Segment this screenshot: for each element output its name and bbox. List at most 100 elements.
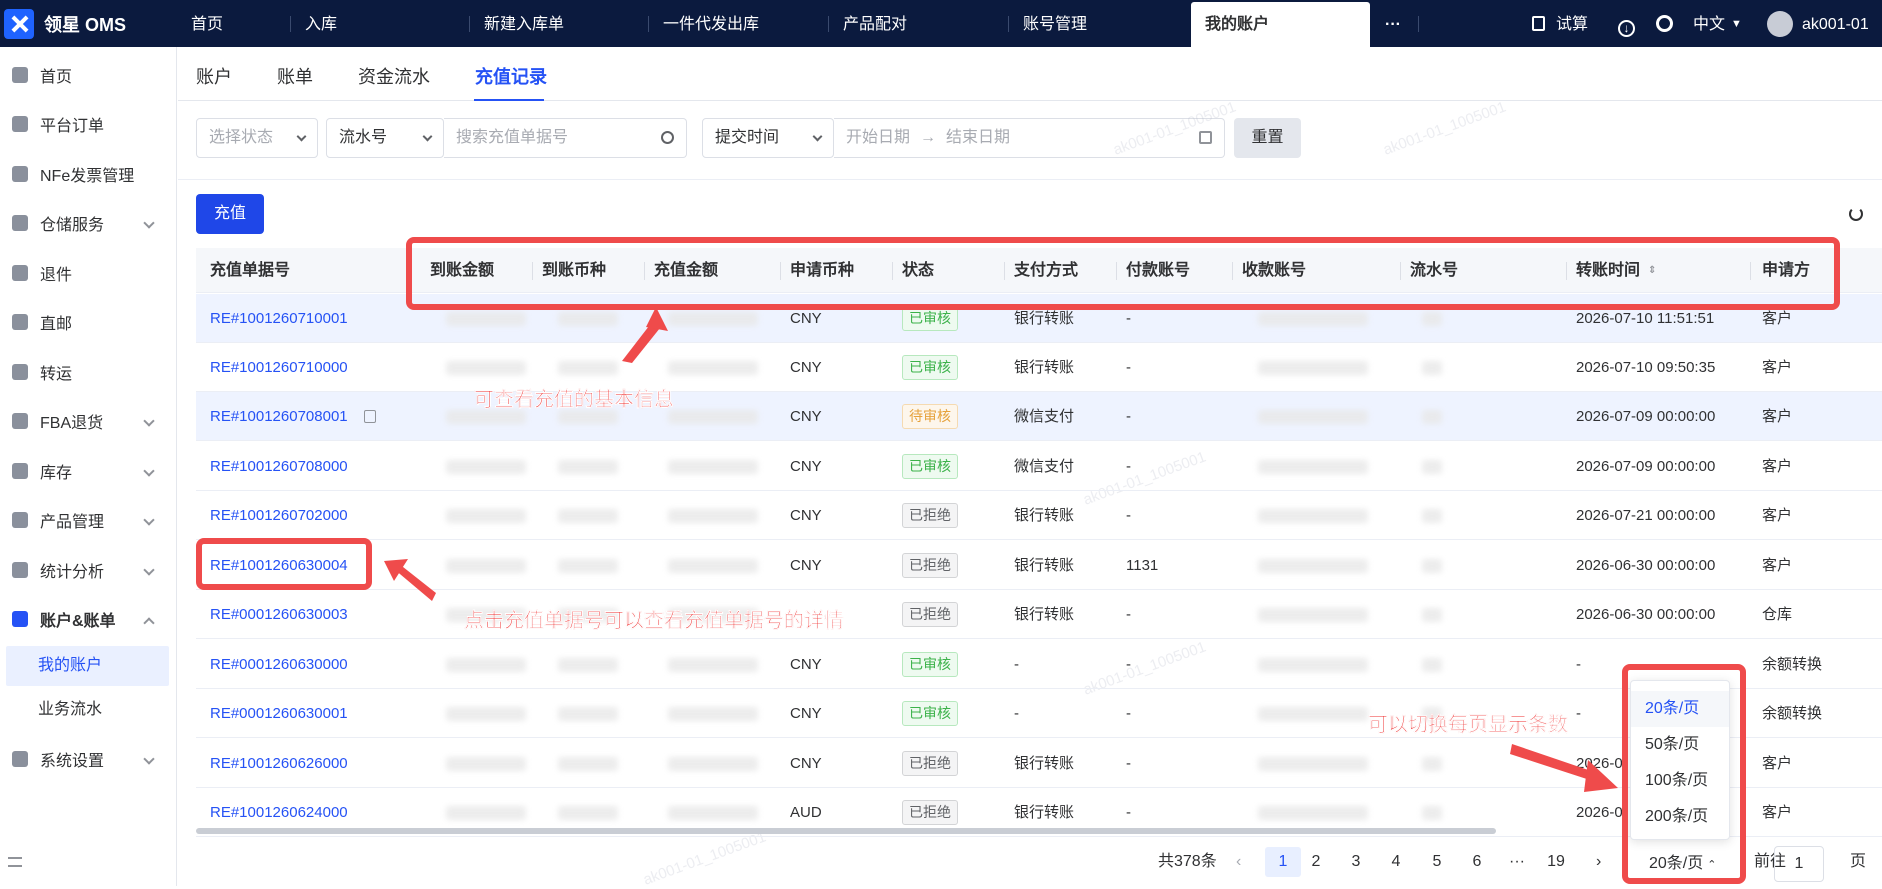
recharge-id-link[interactable]: RE#1001260702000 xyxy=(210,491,348,540)
recharge-id-link[interactable]: RE#1001260708000 xyxy=(210,442,348,491)
recharge-id-link[interactable]: RE#0001260630001 xyxy=(210,689,348,738)
redacted-cell xyxy=(1422,410,1442,424)
status-badge: 已审核 xyxy=(902,701,958,726)
page-4[interactable]: 4 xyxy=(1386,847,1406,877)
nav-tab-home[interactable]: 首页 xyxy=(191,0,223,47)
page-3[interactable]: 3 xyxy=(1346,847,1366,877)
nav-tab-product-pairing[interactable]: 产品配对 xyxy=(843,0,907,47)
chevron-down-icon: ▼ xyxy=(1731,18,1742,30)
redacted-cell xyxy=(558,460,618,474)
tab-bill[interactable]: 账单 xyxy=(277,63,313,89)
nav-tab-inbound[interactable]: 入库 xyxy=(305,0,337,47)
sidebar-item-warehouse[interactable]: 仓储服务 xyxy=(0,199,177,247)
settings-gear-icon[interactable] xyxy=(1656,0,1673,47)
chevron-down-icon xyxy=(143,415,155,427)
redacted-cell xyxy=(558,312,618,326)
redacted-cell xyxy=(446,312,526,326)
recharge-id-link[interactable]: RE#0001260630003 xyxy=(210,590,348,639)
sidebar-item-statistics[interactable]: 统计分析 xyxy=(0,546,177,594)
page-2[interactable]: 2 xyxy=(1306,847,1326,877)
recharge-id-link[interactable]: RE#1001260708001 xyxy=(210,392,348,441)
sidebar-item-returns[interactable]: 退件 xyxy=(0,249,177,297)
page-jump-input[interactable]: 1 xyxy=(1774,846,1824,882)
applicant-cell: 客户 xyxy=(1762,557,1793,574)
redacted-cell xyxy=(1422,608,1442,622)
table-row: RE#1001260708001 CNY 待审核 微信支付 - 2026-07-09 00… xyxy=(196,392,1882,441)
search-input[interactable]: 搜索充值单据号 xyxy=(444,118,687,158)
applicant-cell: 仓库 xyxy=(1762,606,1793,623)
app-logo[interactable]: 领星 OMS xyxy=(0,0,180,47)
page-5[interactable]: 5 xyxy=(1427,847,1447,877)
recharge-button[interactable]: 充值 xyxy=(196,194,264,234)
recharge-id-link[interactable]: RE#0001260630000 xyxy=(210,640,348,689)
nav-more-icon[interactable]: ··· xyxy=(1385,0,1401,47)
status-select[interactable]: 选择状态 xyxy=(196,118,318,158)
search-icon[interactable] xyxy=(661,131,674,144)
redacted-cell xyxy=(1258,806,1368,820)
page-1[interactable]: 1 xyxy=(1265,847,1301,877)
language-select[interactable]: 中文 xyxy=(1693,0,1725,47)
next-page-icon[interactable]: › xyxy=(1596,847,1601,877)
sidebar-item-fba-returns[interactable]: FBA退货 xyxy=(0,397,177,445)
calc-link[interactable]: 试算 xyxy=(1556,0,1588,47)
redacted-cell xyxy=(1258,509,1368,523)
document-icon xyxy=(12,166,28,182)
nav-tab-my-account[interactable]: 我的账户 xyxy=(1191,2,1370,47)
refresh-icon[interactable] xyxy=(1849,207,1863,221)
transfer-icon xyxy=(12,364,28,380)
tab-account[interactable]: 账户 xyxy=(196,63,232,89)
collapse-menu-icon[interactable] xyxy=(8,857,22,867)
clipboard-icon xyxy=(12,116,28,132)
serial-type-select[interactable]: 流水号 xyxy=(326,118,444,158)
prev-page-icon[interactable]: ‹ xyxy=(1236,847,1241,877)
payment-method-cell: - xyxy=(1014,705,1019,722)
calculator-icon[interactable] xyxy=(1532,0,1548,47)
sidebar-item-home[interactable]: 首页 xyxy=(0,51,177,99)
sidebar-sub-my-account[interactable]: 我的账户 xyxy=(6,646,169,686)
building-icon xyxy=(12,314,28,330)
table-row: RE#1001260702000 CNY 已拒绝 银行转账 - 2026-07-21 00… xyxy=(196,491,1882,540)
redacted-cell xyxy=(668,312,758,326)
sidebar-item-inventory[interactable]: 库存 xyxy=(0,447,177,495)
download-icon[interactable]: ↓ xyxy=(1618,0,1635,47)
recharge-id-link[interactable]: RE#1001260626000 xyxy=(210,739,348,788)
sidebar-item-nfe-invoice[interactable]: NFe发票管理 xyxy=(0,150,177,198)
recharge-id-link[interactable]: RE#1001260710000 xyxy=(210,343,348,392)
time-type-select[interactable]: 提交时间 xyxy=(702,118,834,158)
apply-currency-cell: CNY xyxy=(790,507,822,524)
user-name[interactable]: ak001-01 xyxy=(1802,0,1869,47)
annotation-pagesize-text: 可以切换每页显示条数 xyxy=(1368,714,1568,736)
redacted-cell xyxy=(558,410,618,424)
sidebar-item-direct-mail[interactable]: 直邮 xyxy=(0,298,177,346)
sidebar-item-transfer[interactable]: 转运 xyxy=(0,348,177,396)
tab-recharge-records[interactable]: 充值记录 xyxy=(475,63,547,89)
transfer-time-cell: 2026-07-21 00:00:00 xyxy=(1576,507,1716,524)
sidebar-item-account-billing[interactable]: 账户&账单 xyxy=(0,595,177,643)
redacted-cell xyxy=(668,410,758,424)
copy-icon[interactable] xyxy=(364,410,376,423)
nav-tab-account-mgmt[interactable]: 账号管理 xyxy=(1023,0,1087,47)
redacted-cell xyxy=(668,707,758,721)
sidebar-item-products[interactable]: 产品管理 xyxy=(0,496,177,544)
page-6[interactable]: 6 xyxy=(1467,847,1487,877)
nav-tab-dropship-outbound[interactable]: 一件代发出库 xyxy=(663,0,759,47)
sidebar-item-system-settings[interactable]: 系统设置 xyxy=(0,735,177,783)
redacted-cell xyxy=(1258,361,1368,375)
horizontal-scrollbar[interactable] xyxy=(196,828,1496,834)
chevron-down-icon xyxy=(143,564,155,576)
sidebar-sub-business-flow[interactable]: 业务流水 xyxy=(6,690,169,730)
page-19[interactable]: 19 xyxy=(1544,847,1568,877)
redacted-cell xyxy=(668,361,758,375)
recharge-id-link[interactable]: RE#1001260710001 xyxy=(210,294,348,343)
nav-tab-new-inbound[interactable]: 新建入库单 xyxy=(484,0,564,47)
reset-button[interactable]: 重置 xyxy=(1234,118,1301,158)
sidebar-item-platform-orders[interactable]: 平台订单 xyxy=(0,100,177,148)
page-ellipsis[interactable]: ··· xyxy=(1502,847,1532,877)
top-navbar: 领星 OMS 首页 入库 新建入库单 一件代发出库 产品配对 账号管理 我的账户… xyxy=(0,0,1882,47)
table-row: RE#1001260630004 CNY 已拒绝 银行转账 1131 2026-06-30… xyxy=(196,541,1882,590)
tab-fund-flow[interactable]: 资金流水 xyxy=(358,63,430,89)
redacted-cell xyxy=(668,460,758,474)
user-avatar[interactable] xyxy=(1767,0,1793,47)
redacted-cell xyxy=(1422,312,1442,326)
payer-account-cell: - xyxy=(1126,408,1131,425)
